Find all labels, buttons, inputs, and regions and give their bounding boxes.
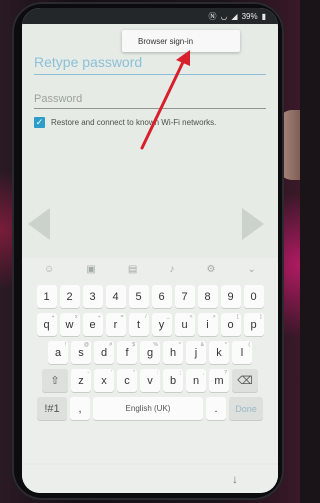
key-y[interactable]: y [151, 313, 172, 336]
status-bar: Ⓝ ◡ ◢ 39% ▮ [22, 8, 278, 24]
restore-networks-row[interactable]: ✓ Restore and connect to known Wi-Fi net… [34, 117, 266, 128]
overflow-menu: Browser sign-in [122, 30, 240, 52]
key-m[interactable]: m [209, 369, 229, 392]
bottom-row: !#1 , English (UK) . Done [22, 397, 278, 420]
phone-screen: Ⓝ ◡ ◢ 39% ▮ Browser sign-in Retype passw… [22, 8, 278, 493]
settings-icon[interactable]: ⚙ [206, 264, 215, 275]
keyboard-toolbar: ☺ ▣ ▤ ♪ ⚙ ⌄ [22, 258, 278, 280]
period-key[interactable]: . [206, 397, 226, 420]
signal-icon: ◢ [231, 11, 238, 21]
key-j[interactable]: j [186, 341, 206, 364]
battery-icon: ▮ [261, 11, 266, 21]
key-l[interactable]: l [232, 341, 252, 364]
wifi-form: Retype password Password ✓ Restore and c… [34, 54, 266, 128]
keyboard: ☺ ▣ ▤ ♪ ⚙ ⌄ 1234567890 qwertyuiop asdfgh… [22, 258, 278, 463]
key-q[interactable]: q [36, 313, 57, 336]
key-6[interactable]: 6 [151, 285, 172, 308]
key-a[interactable]: a [48, 341, 68, 364]
space-key[interactable]: English (UK) [93, 397, 203, 420]
key-n[interactable]: n [186, 369, 206, 392]
letter-row-3: ⇧ zxcvbnm ⌫ [22, 369, 278, 392]
key-z[interactable]: z [71, 369, 91, 392]
letter-row-1: qwertyuiop [22, 313, 278, 336]
key-r[interactable]: r [105, 313, 126, 336]
key-i[interactable]: i [197, 313, 218, 336]
number-row: 1234567890 [22, 285, 278, 308]
key-c[interactable]: c [117, 369, 137, 392]
key-0[interactable]: 0 [243, 285, 264, 308]
password-underline [34, 108, 266, 109]
key-1[interactable]: 1 [36, 285, 57, 308]
retype-password-field[interactable]: Retype password [34, 54, 266, 70]
key-d[interactable]: d [94, 341, 114, 364]
password-field[interactable]: Password [34, 93, 266, 105]
chevron-down-icon[interactable]: ⌄ [248, 264, 256, 275]
key-b[interactable]: b [163, 369, 183, 392]
key-5[interactable]: 5 [128, 285, 149, 308]
key-h[interactable]: h [163, 341, 183, 364]
restore-networks-label: Restore and connect to known Wi-Fi netwo… [51, 118, 217, 127]
key-p[interactable]: p [243, 313, 264, 336]
key-2[interactable]: 2 [59, 285, 80, 308]
back-icon[interactable]: ↓ [232, 472, 238, 486]
done-key[interactable]: Done [229, 397, 263, 420]
key-e[interactable]: e [82, 313, 103, 336]
key-w[interactable]: w [59, 313, 80, 336]
shift-key[interactable]: ⇧ [42, 369, 68, 392]
battery-percentage: 39% [241, 11, 258, 21]
symbols-key[interactable]: !#1 [37, 397, 67, 420]
key-8[interactable]: 8 [197, 285, 218, 308]
sticker-icon[interactable]: ▣ [86, 264, 95, 275]
key-s[interactable]: s [71, 341, 91, 364]
wifi-icon: ◡ [220, 11, 228, 21]
menu-item-browser-sign-in[interactable]: Browser sign-in [138, 37, 193, 46]
key-g[interactable]: g [140, 341, 160, 364]
key-9[interactable]: 9 [220, 285, 241, 308]
nfc-icon: Ⓝ [208, 11, 217, 21]
retype-password-underline [34, 74, 266, 75]
key-4[interactable]: 4 [105, 285, 126, 308]
next-arrow-icon[interactable] [242, 208, 264, 240]
key-x[interactable]: x [94, 369, 114, 392]
letter-row-2: asdfghjkl [22, 341, 278, 364]
key-7[interactable]: 7 [174, 285, 195, 308]
backspace-key[interactable]: ⌫ [232, 369, 258, 392]
key-f[interactable]: f [117, 341, 137, 364]
mic-icon[interactable]: ♪ [169, 264, 174, 275]
gif-icon[interactable]: ▤ [128, 264, 137, 275]
key-k[interactable]: k [209, 341, 229, 364]
previous-arrow-icon[interactable] [28, 208, 50, 240]
key-v[interactable]: v [140, 369, 160, 392]
key-o[interactable]: o [220, 313, 241, 336]
comma-key[interactable]: , [70, 397, 90, 420]
key-u[interactable]: u [174, 313, 195, 336]
emoji-icon[interactable]: ☺ [44, 264, 54, 275]
key-t[interactable]: t [128, 313, 149, 336]
navigation-bar: ↓ [22, 465, 278, 493]
key-3[interactable]: 3 [82, 285, 103, 308]
restore-networks-checkbox[interactable]: ✓ [34, 117, 45, 128]
